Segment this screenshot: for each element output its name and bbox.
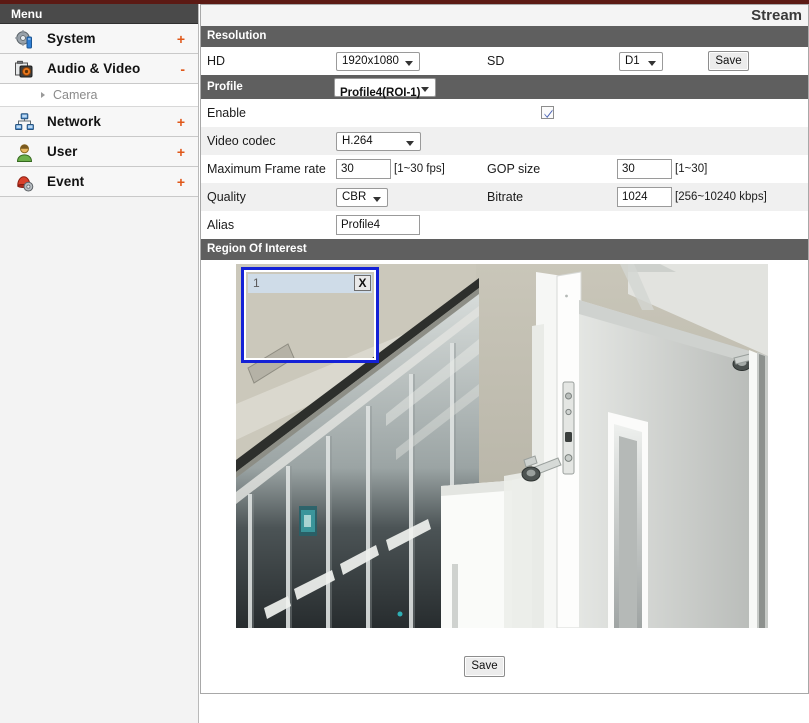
menu-header: Menu: [0, 4, 198, 24]
sidebar-item-network[interactable]: Network +: [0, 107, 198, 137]
save-button[interactable]: Save: [464, 656, 505, 677]
sidebar-expander-network[interactable]: +: [177, 107, 185, 137]
main-panel: Stream Resolution HD 1920x1080 SD D1 Sav…: [200, 4, 809, 719]
profile-section-label: Profile: [207, 81, 243, 93]
network-icon: [15, 113, 34, 132]
row-enable: Enable: [200, 99, 809, 127]
roi-close-label: X: [358, 276, 367, 290]
sd-resolution-value: D1: [625, 55, 640, 67]
alias-label: Alias: [207, 218, 235, 232]
roi-titlebar: 1 X: [248, 274, 372, 293]
sidebar-item-label: User: [47, 144, 78, 159]
event-bell-icon: [15, 173, 34, 192]
section-header-roi: Region Of Interest: [200, 239, 809, 260]
page-title: Stream: [751, 7, 802, 24]
roi-inner-border: 1 X: [244, 270, 376, 360]
max-frame-rate-input[interactable]: 30: [336, 159, 391, 179]
page-title-bar: Stream: [200, 4, 809, 26]
profile-select[interactable]: Profile4(ROI-1): [334, 78, 436, 99]
chevron-down-icon: [648, 61, 656, 66]
bitrate-hint: [256~10240 kbps]: [675, 191, 767, 203]
row-quality: Quality CBR Bitrate 1024 [256~10240 kbps…: [200, 183, 809, 211]
gop-size-value: 30: [622, 163, 635, 175]
hd-resolution-select[interactable]: 1920x1080: [336, 52, 420, 71]
sidebar-item-system[interactable]: System +: [0, 24, 198, 54]
sidebar-item-label: Event: [47, 174, 85, 189]
chevron-right-icon: [41, 92, 45, 98]
quality-select[interactable]: CBR: [336, 188, 388, 207]
camera-icon: [15, 60, 34, 79]
roi-number: 1: [253, 276, 260, 290]
checkmark-icon: [544, 109, 553, 118]
alias-value: Profile4: [341, 219, 380, 231]
chevron-down-icon: [405, 61, 413, 66]
hd-resolution-value: 1920x1080: [342, 55, 399, 67]
section-header-profile: Profile Profile4(ROI-1): [200, 75, 809, 99]
bitrate-value: 1024: [622, 191, 648, 203]
sidebar-item-user[interactable]: User +: [0, 137, 198, 167]
sidebar-item-label: Audio & Video: [47, 61, 141, 76]
sidebar-expander-event[interactable]: +: [177, 167, 185, 197]
max-frame-rate-value: 30: [341, 163, 354, 175]
quality-label: Quality: [207, 190, 246, 204]
sidebar-item-audio-video[interactable]: Audio & Video -: [0, 54, 198, 84]
sidebar-item-camera[interactable]: Camera: [0, 84, 198, 107]
enable-checkbox[interactable]: [541, 106, 554, 119]
hd-label: HD: [207, 54, 226, 68]
sidebar: Menu System + Audio & Video - Camera Net…: [0, 4, 199, 723]
alias-input[interactable]: Profile4: [336, 215, 420, 235]
max-frame-rate-hint: [1~30 fps]: [394, 163, 445, 175]
app-root: Menu System + Audio & Video - Camera Net…: [0, 0, 809, 723]
sidebar-item-label: Network: [47, 114, 101, 129]
chevron-down-icon: [373, 197, 381, 202]
sidebar-expander-system[interactable]: +: [177, 24, 185, 54]
row-video-codec: Video codec H.264: [200, 127, 809, 155]
row-resolution: HD 1920x1080 SD D1 Save: [200, 47, 809, 75]
live-video-preview[interactable]: 1 X: [236, 264, 768, 628]
save-button-label: Save: [471, 660, 498, 672]
gop-size-hint: [1~30]: [675, 163, 708, 175]
gop-size-label: GOP size: [487, 162, 541, 176]
sidebar-expander-audio-video[interactable]: -: [180, 54, 185, 84]
gop-size-input[interactable]: 30: [617, 159, 672, 179]
quality-value: CBR: [342, 191, 367, 203]
sidebar-item-event[interactable]: Event +: [0, 167, 198, 197]
sidebar-item-label: System: [47, 31, 96, 46]
roi-body: 1 X Save: [200, 260, 809, 694]
row-alias: Alias Profile4: [200, 211, 809, 239]
user-icon: [15, 143, 34, 162]
sd-resolution-select[interactable]: D1: [619, 52, 663, 71]
save-resolution-button[interactable]: Save: [708, 51, 749, 71]
video-codec-label: Video codec: [207, 134, 276, 148]
bitrate-label: Bitrate: [487, 190, 524, 204]
section-header-resolution: Resolution: [200, 26, 809, 47]
sidebar-subitem-label: Camera: [53, 88, 98, 102]
chevron-down-icon: [421, 87, 429, 92]
video-codec-select[interactable]: H.264: [336, 132, 421, 151]
video-codec-value: H.264: [342, 135, 373, 147]
sd-label: SD: [487, 54, 505, 68]
enable-label: Enable: [207, 106, 246, 120]
row-frame-rate: Maximum Frame rate 30 [1~30 fps] GOP siz…: [200, 155, 809, 183]
roi-region-1[interactable]: 1 X: [241, 267, 379, 363]
chevron-down-icon: [406, 141, 414, 146]
save-resolution-label: Save: [715, 55, 742, 67]
system-gear-icon: [15, 30, 34, 49]
close-icon[interactable]: X: [354, 275, 371, 291]
max-frame-rate-label: Maximum Frame rate: [207, 162, 326, 176]
bitrate-input[interactable]: 1024: [617, 187, 672, 207]
sidebar-expander-user[interactable]: +: [177, 137, 185, 167]
